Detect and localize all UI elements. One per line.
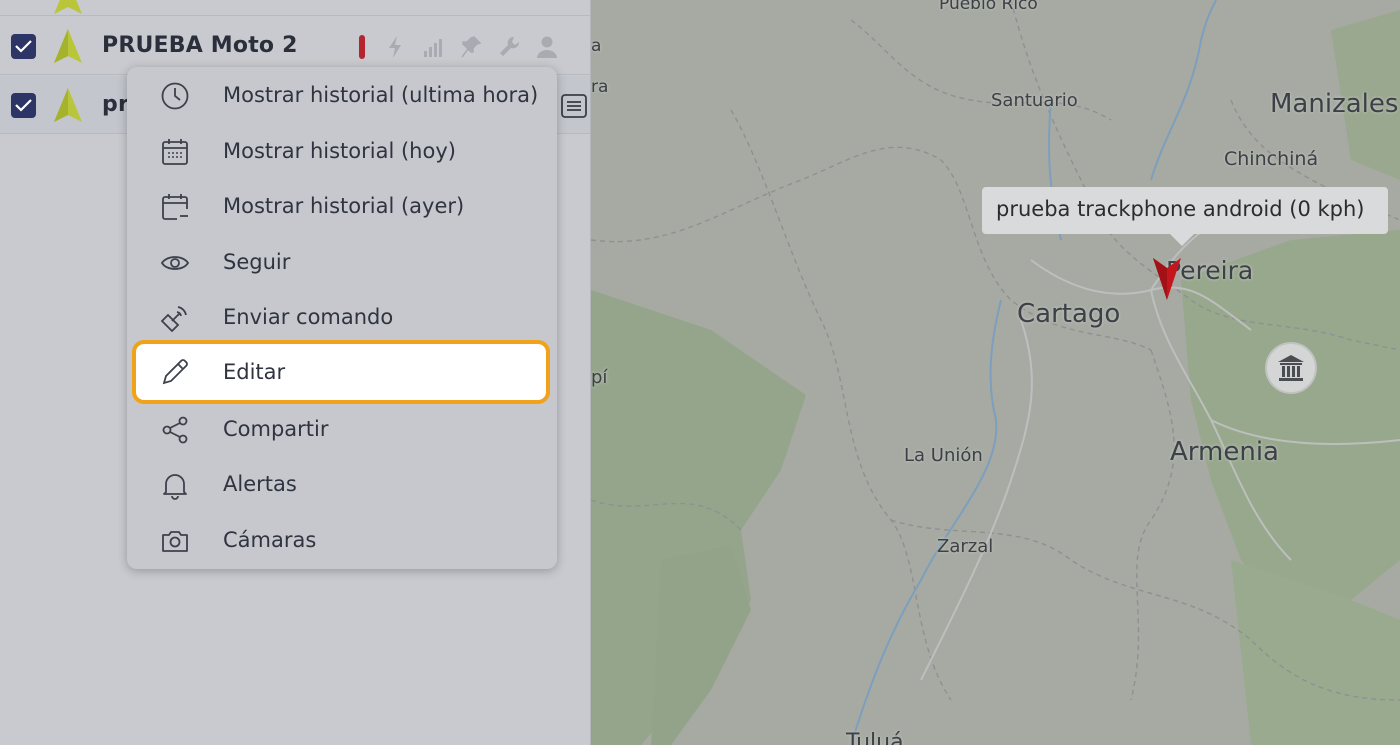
wrench-icon — [498, 35, 520, 59]
map-label-santuario: Santuario — [991, 90, 1078, 111]
menu-item-history-today[interactable]: Mostrar historial (hoy) — [127, 125, 557, 179]
pencil-icon — [162, 359, 188, 385]
menu-item-share[interactable]: Compartir — [127, 403, 557, 457]
device-name: pr — [102, 92, 129, 117]
device-context-menu: Mostrar historial (ultima hora) Mostrar … — [127, 67, 557, 569]
device-arrow-icon — [54, 88, 82, 122]
device-row-partial[interactable] — [0, 0, 590, 16]
map-label-edge: ra — [591, 77, 609, 97]
share-icon — [162, 416, 188, 444]
calendar-minus-icon — [162, 194, 188, 220]
signal-icon — [422, 35, 444, 59]
menu-item-history-yesterday[interactable]: Mostrar historial (ayer) — [127, 180, 557, 234]
device-arrow-icon — [54, 0, 82, 14]
satellite-icon — [160, 306, 187, 333]
pin-icon — [460, 35, 482, 59]
menu-item-edit[interactable]: Editar — [132, 340, 550, 404]
map-label-edge: a — [591, 36, 602, 56]
check-icon — [15, 99, 32, 112]
clock-icon — [161, 82, 189, 110]
menu-item-cameras[interactable]: Cámaras — [127, 514, 557, 568]
map-label-manizales: Manizales — [1270, 89, 1399, 119]
map-label-tulua: Tuluá — [846, 730, 904, 745]
bell-icon — [163, 474, 187, 500]
menu-item-alerts[interactable]: Alertas — [127, 458, 557, 512]
map-label-armenia: Armenia — [1170, 437, 1279, 467]
map-label-chinchina: Chinchiná — [1224, 148, 1319, 170]
status-indicator — [359, 35, 365, 59]
map-label-la-union: La Unión — [904, 445, 983, 466]
map-label-pueblo-rico: Pueblo Rico — [939, 0, 1038, 14]
device-checkbox[interactable] — [11, 93, 36, 118]
user-icon — [536, 35, 558, 59]
vehicle-tooltip: prueba trackphone android (0 kph) — [982, 187, 1388, 246]
map-label-edge: pí — [591, 367, 608, 388]
device-checkbox[interactable] — [11, 34, 36, 59]
calendar-icon — [162, 139, 188, 165]
device-name: PRUEBA Moto 2 — [102, 33, 298, 58]
menu-item-send-command[interactable]: Enviar comando — [127, 291, 557, 345]
vehicle-marker-icon[interactable] — [1151, 256, 1183, 302]
eye-icon — [160, 256, 190, 270]
list-menu-icon[interactable] — [560, 93, 588, 119]
check-icon — [15, 40, 32, 53]
museum-icon[interactable] — [1265, 342, 1317, 394]
menu-item-follow[interactable]: Seguir — [127, 236, 557, 290]
power-icon — [384, 35, 406, 59]
map-label-cartago: Cartago — [1017, 299, 1121, 329]
camera-icon — [162, 531, 188, 552]
menu-item-history-last-hour[interactable]: Mostrar historial (ultima hora) — [127, 69, 557, 123]
map-label-zarzal: Zarzal — [937, 536, 994, 557]
device-arrow-icon — [54, 29, 82, 63]
